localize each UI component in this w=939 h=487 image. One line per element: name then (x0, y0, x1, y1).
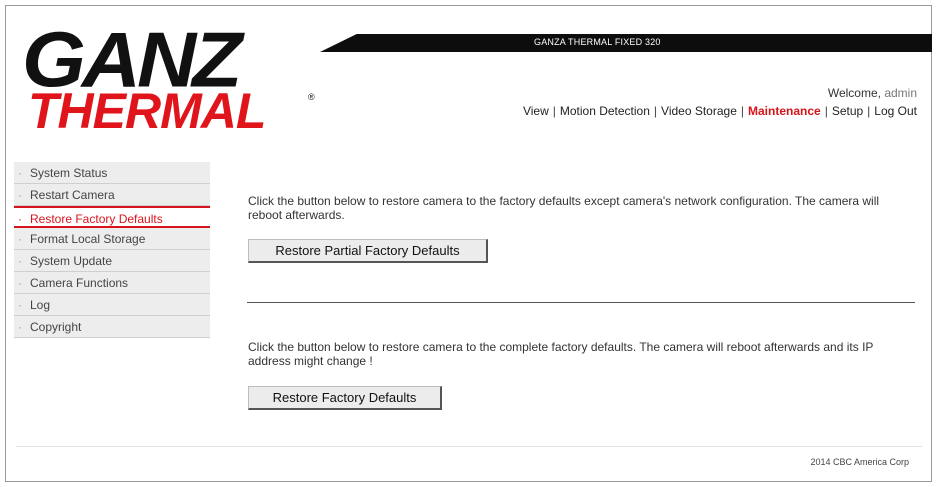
nav-separator: | (552, 104, 556, 118)
welcome-user: admin (884, 86, 917, 100)
top-navigation: View | Motion Detection | Video Storage | Main… (523, 104, 917, 118)
nav-separator: | (867, 104, 871, 118)
restore-factory-defaults-button[interactable]: Restore Factory Defaults (248, 386, 442, 410)
sidebar-item-restart-camera[interactable]: Restart Camera (14, 184, 210, 206)
sidebar-item-copyright[interactable]: Copyright (14, 316, 210, 338)
sidebar-item-system-update[interactable]: System Update (14, 250, 210, 272)
nav-separator: | (740, 104, 744, 118)
nav-setup[interactable]: Setup (832, 104, 863, 118)
product-title-bar: GANZA THERMAL FIXED 320 (320, 34, 932, 52)
nav-separator: | (653, 104, 658, 118)
sidebar-item-camera-functions[interactable]: Camera Functions (14, 272, 210, 294)
nav-separator: | (824, 104, 828, 118)
copyright-text: 2014 CBC America Corp (810, 457, 909, 467)
nav-video-storage[interactable]: Video Storage (661, 104, 737, 118)
section-divider (247, 302, 915, 303)
welcome-prefix: Welcome, (827, 86, 881, 100)
product-title: GANZA THERMAL FIXED 320 (534, 37, 661, 47)
sidebar-item-system-status[interactable]: System Status (14, 162, 210, 184)
logo-thermal-text: THERMAL (28, 83, 266, 139)
nav-view[interactable]: View (523, 104, 549, 118)
full-restore-description: Click the button below to restore camera… (248, 340, 874, 368)
partial-restore-description: Click the button below to restore camera… (248, 194, 880, 222)
nav-log-out[interactable]: Log Out (874, 104, 917, 118)
registered-mark: ® (308, 92, 315, 102)
page-frame: GANZ THERMAL ® GANZA THERMAL FIXED 320 W… (5, 5, 932, 482)
ganz-thermal-logo: GANZ THERMAL ® (22, 20, 322, 144)
sidebar-item-format-local-storage[interactable]: Format Local Storage (14, 228, 210, 250)
sidebar-menu: System Status Restart Camera Restore Fac… (14, 162, 210, 338)
welcome-message: Welcome, admin (828, 86, 917, 100)
footer-divider (16, 446, 922, 447)
restore-partial-defaults-button[interactable]: Restore Partial Factory Defaults (248, 239, 488, 263)
sidebar-item-restore-factory-defaults[interactable]: Restore Factory Defaults (14, 206, 210, 230)
sidebar-item-log[interactable]: Log (14, 294, 210, 316)
nav-maintenance[interactable]: Maintenance (748, 104, 821, 118)
nav-motion-detection[interactable]: Motion Detection (560, 104, 650, 118)
